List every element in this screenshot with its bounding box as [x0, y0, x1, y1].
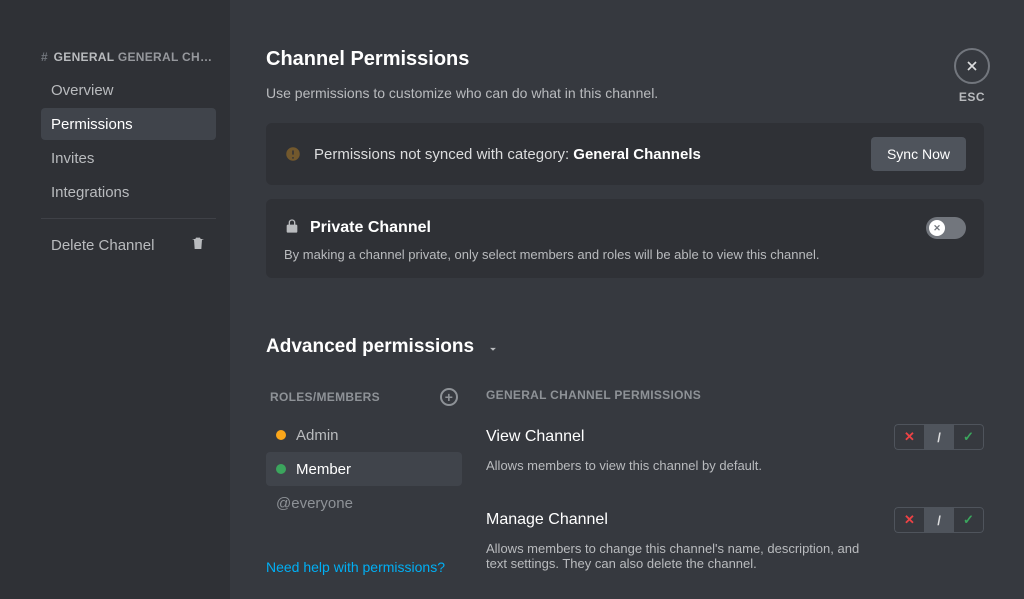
sync-now-button[interactable]: Sync Now: [871, 137, 966, 171]
perm-allow-button[interactable]: ✓: [954, 424, 984, 450]
settings-sidebar: # GENERAL GENERAL CHAN... Overview Permi…: [15, 0, 230, 599]
page-title: Channel Permissions: [266, 48, 984, 71]
perm-tristate: ✕ / ✓: [894, 507, 984, 533]
sidebar-item-label: Integrations: [51, 184, 129, 201]
perm-tristate: ✕ / ✓: [894, 424, 984, 450]
role-label: Admin: [296, 427, 339, 444]
trash-icon: [190, 235, 206, 255]
sidebar-item-invites[interactable]: Invites: [41, 142, 216, 174]
perm-desc: Allows members to view this channel by d…: [486, 458, 866, 473]
perm-section-label: GENERAL CHANNEL PERMISSIONS: [486, 388, 984, 402]
role-color-dot: [276, 464, 286, 474]
help-link[interactable]: Need help with permissions?: [266, 559, 445, 575]
perm-row-view-channel: View Channel ✕ / ✓ Allows members to vie…: [486, 424, 984, 473]
perm-neutral-button[interactable]: /: [924, 507, 954, 533]
breadcrumb: # GENERAL GENERAL CHAN...: [41, 50, 216, 64]
perm-name: View Channel: [486, 428, 584, 446]
permissions-column: GENERAL CHANNEL PERMISSIONS View Channel…: [486, 388, 984, 599]
esc-label: ESC: [954, 90, 990, 104]
perm-name: Manage Channel: [486, 511, 608, 529]
divider: [41, 218, 216, 219]
sidebar-item-label: Invites: [51, 150, 94, 167]
close-icon: [954, 48, 990, 84]
sync-text: Permissions not synced with category: Ge…: [314, 146, 701, 163]
roles-header: ROLES/MEMBERS: [270, 390, 380, 404]
sync-category: General Channels: [573, 146, 701, 163]
delete-channel-label: Delete Channel: [51, 237, 154, 254]
perm-deny-button[interactable]: ✕: [894, 507, 924, 533]
breadcrumb-category: GENERAL CHAN...: [118, 50, 216, 64]
perm-deny-button[interactable]: ✕: [894, 424, 924, 450]
sidebar-item-permissions[interactable]: Permissions: [41, 108, 216, 140]
sync-warning-icon: [284, 145, 302, 163]
perm-neutral-button[interactable]: /: [924, 424, 954, 450]
role-label: Member: [296, 461, 351, 478]
main-content: Channel Permissions Use permissions to c…: [230, 0, 1024, 599]
sidebar-item-overview[interactable]: Overview: [41, 74, 216, 106]
sync-text-pre: Permissions not synced with category:: [314, 146, 573, 163]
role-item-admin[interactable]: Admin: [266, 418, 462, 452]
private-desc: By making a channel private, only select…: [284, 247, 966, 262]
perm-desc: Allows members to change this channel's …: [486, 541, 866, 571]
private-title: Private Channel: [310, 219, 431, 237]
sidebar-item-label: Overview: [51, 82, 114, 99]
role-color-dot: [276, 430, 286, 440]
role-item-member[interactable]: Member: [266, 452, 462, 486]
add-role-button[interactable]: +: [440, 388, 458, 406]
perm-row-manage-channel: Manage Channel ✕ / ✓ Allows members to c…: [486, 507, 984, 571]
private-channel-card: Private Channel By making a channel priv…: [266, 199, 984, 278]
toggle-knob: [929, 220, 945, 236]
perm-allow-button[interactable]: ✓: [954, 507, 984, 533]
page-subtitle: Use permissions to customize who can do …: [266, 85, 984, 101]
advanced-label: Advanced permissions: [266, 336, 474, 358]
hash-icon: #: [41, 50, 48, 64]
role-item-everyone[interactable]: @everyone: [266, 486, 462, 520]
advanced-permissions-toggle[interactable]: Advanced permissions: [266, 336, 984, 358]
private-channel-toggle[interactable]: [926, 217, 966, 239]
chevron-down-icon: [486, 340, 500, 354]
sidebar-item-label: Permissions: [51, 116, 133, 133]
close-button[interactable]: ESC: [954, 48, 990, 104]
sidebar-item-delete-channel[interactable]: Delete Channel: [41, 229, 216, 261]
sidebar-item-integrations[interactable]: Integrations: [41, 176, 216, 208]
breadcrumb-channel: GENERAL: [54, 50, 115, 64]
role-label: @everyone: [276, 495, 353, 512]
sync-notice-card: Permissions not synced with category: Ge…: [266, 123, 984, 185]
lock-icon: [284, 218, 300, 239]
